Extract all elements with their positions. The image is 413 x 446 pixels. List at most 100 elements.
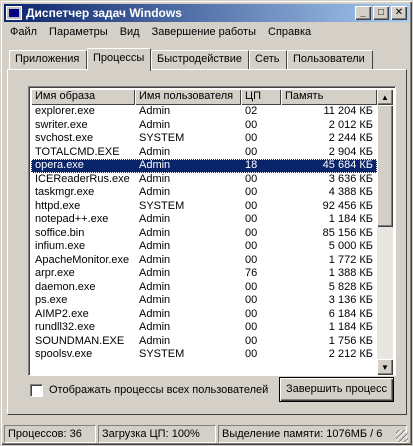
menu-view[interactable]: Вид bbox=[114, 26, 146, 38]
scroll-down-arrow-icon[interactable]: ▼ bbox=[377, 359, 393, 375]
list-body: explorer.exe Admin 02 11 204 КБ swriter.exe A… bbox=[31, 105, 377, 375]
menu-help[interactable]: Справка bbox=[262, 26, 317, 38]
process-memory: 5 000 КБ bbox=[328, 240, 373, 252]
process-cpu: 00 bbox=[245, 186, 258, 198]
process-cpu: 00 bbox=[245, 240, 258, 252]
process-row[interactable]: swriter.exe Admin 00 2 012 КБ bbox=[31, 119, 377, 133]
process-list[interactable]: Имя образа Имя пользователя ЦП Память ex… bbox=[28, 86, 396, 376]
process-row[interactable]: svchost.exe SYSTEM 00 2 244 КБ bbox=[31, 132, 377, 146]
process-row[interactable]: SOUNDMAN.EXE Admin 00 1 756 КБ bbox=[31, 335, 377, 349]
show-all-processes-option[interactable]: Отображать процессы всех пользователей bbox=[30, 380, 268, 400]
end-process-button[interactable]: Завершить процесс bbox=[279, 377, 394, 402]
list-header: Имя образа Имя пользователя ЦП Память bbox=[31, 89, 377, 105]
process-user: Admin bbox=[139, 321, 171, 333]
process-row[interactable]: explorer.exe Admin 02 11 204 КБ bbox=[31, 105, 377, 119]
menu-bar: Файл Параметры Вид Завершение работы Спр… bbox=[4, 23, 409, 41]
minimize-button[interactable]: _ bbox=[355, 6, 371, 20]
process-row[interactable]: httpd.exe SYSTEM 00 92 456 КБ bbox=[31, 200, 377, 214]
process-name: spoolsv.exe bbox=[35, 348, 93, 360]
process-user: Admin bbox=[139, 253, 171, 266]
maximize-button[interactable]: □ bbox=[373, 6, 389, 20]
process-cpu: 00 bbox=[245, 132, 258, 144]
menu-shutdown[interactable]: Завершение работы bbox=[146, 26, 262, 38]
process-memory: 2 904 КБ bbox=[328, 145, 373, 158]
tab-applications[interactable]: Приложения bbox=[9, 50, 87, 70]
process-row[interactable]: ICEReaderRus.exe Admin 00 3 636 КБ bbox=[31, 173, 377, 187]
process-cpu: 00 bbox=[245, 199, 258, 212]
vertical-scrollbar[interactable]: ▲ ▼ bbox=[377, 89, 393, 375]
process-row[interactable]: arpr.exe Admin 76 1 388 КБ bbox=[31, 267, 377, 281]
process-row[interactable]: opera.exe Admin 18 45 684 КБ bbox=[31, 159, 377, 173]
title-bar[interactable]: Диспетчер задач Windows _ □ ✕ bbox=[4, 4, 409, 22]
column-cpu[interactable]: ЦП bbox=[241, 89, 281, 105]
process-user: Admin bbox=[139, 118, 171, 131]
process-name: daemon.exe bbox=[35, 280, 96, 293]
processes-panel: Имя образа Имя пользователя ЦП Память ex… bbox=[7, 69, 407, 415]
process-cpu: 00 bbox=[245, 253, 258, 266]
process-user: Admin bbox=[139, 307, 171, 320]
task-manager-window: Диспетчер задач Windows _ □ ✕ Файл Парам… bbox=[0, 0, 413, 446]
process-row[interactable]: soffice.bin Admin 00 85 156 КБ bbox=[31, 227, 377, 241]
process-row[interactable]: spoolsv.exe SYSTEM 00 2 212 КБ bbox=[31, 348, 377, 362]
process-name: svchost.exe bbox=[35, 132, 94, 144]
process-user: Admin bbox=[139, 105, 171, 117]
process-cpu: 00 bbox=[245, 348, 258, 360]
tab-strip: Приложения Процессы Быстродействие Сеть … bbox=[7, 48, 407, 71]
tab-performance[interactable]: Быстродействие bbox=[151, 50, 249, 70]
process-row[interactable]: daemon.exe Admin 00 5 828 КБ bbox=[31, 281, 377, 295]
menu-options[interactable]: Параметры bbox=[43, 26, 114, 38]
process-cpu: 18 bbox=[245, 159, 258, 171]
process-row[interactable]: TOTALCMD.EXE Admin 00 2 904 КБ bbox=[31, 146, 377, 160]
show-all-checkbox[interactable] bbox=[30, 383, 43, 397]
process-memory: 85 156 КБ bbox=[322, 226, 373, 239]
process-name: SOUNDMAN.EXE bbox=[35, 334, 125, 347]
process-memory: 1 772 КБ bbox=[328, 253, 373, 266]
column-user-name[interactable]: Имя пользователя bbox=[135, 89, 241, 105]
tab-processes[interactable]: Процессы bbox=[87, 48, 151, 71]
process-row[interactable]: ApacheMonitor.exe Admin 00 1 772 КБ bbox=[31, 254, 377, 268]
status-processes: Процессов: 36 bbox=[4, 425, 96, 443]
column-memory[interactable]: Память bbox=[281, 89, 377, 105]
process-memory: 1 184 КБ bbox=[328, 213, 373, 225]
window-title: Диспетчер задач Windows bbox=[26, 6, 182, 20]
process-memory: 92 456 КБ bbox=[322, 199, 373, 212]
process-memory: 2 212 КБ bbox=[328, 348, 373, 360]
process-memory: 6 184 КБ bbox=[328, 307, 373, 320]
status-cpu: Загрузка ЦП: 100% bbox=[98, 425, 216, 443]
process-user: SYSTEM bbox=[139, 199, 185, 212]
process-row[interactable]: notepad++.exe Admin 00 1 184 КБ bbox=[31, 213, 377, 227]
scroll-up-arrow-icon[interactable]: ▲ bbox=[377, 89, 393, 105]
process-user: Admin bbox=[139, 334, 171, 347]
tab-network[interactable]: Сеть bbox=[249, 50, 287, 70]
process-cpu: 00 bbox=[245, 307, 258, 320]
close-button[interactable]: ✕ bbox=[391, 6, 407, 20]
status-bar: Процессов: 36 Загрузка ЦП: 100% Выделени… bbox=[4, 425, 409, 443]
process-row[interactable]: ps.exe Admin 00 3 136 КБ bbox=[31, 294, 377, 308]
process-name: swriter.exe bbox=[35, 118, 88, 131]
scroll-thumb[interactable] bbox=[377, 105, 393, 227]
process-name: taskmgr.exe bbox=[35, 186, 95, 198]
process-name: rundll32.exe bbox=[35, 321, 95, 333]
show-all-label[interactable]: Отображать процессы всех пользователей bbox=[49, 384, 268, 396]
process-name: ICEReaderRus.exe bbox=[35, 172, 130, 185]
process-user: Admin bbox=[139, 186, 171, 198]
process-name: opera.exe bbox=[35, 159, 84, 171]
process-row[interactable]: taskmgr.exe Admin 00 4 388 КБ bbox=[31, 186, 377, 200]
process-row[interactable]: AIMP2.exe Admin 00 6 184 КБ bbox=[31, 308, 377, 322]
process-user: Admin bbox=[139, 280, 171, 293]
process-user: Admin bbox=[139, 172, 171, 185]
process-memory: 1 388 КБ bbox=[328, 267, 373, 279]
resize-grip-icon[interactable] bbox=[396, 430, 408, 442]
process-user: Admin bbox=[139, 145, 171, 158]
column-image-name[interactable]: Имя образа bbox=[31, 89, 135, 105]
process-name: TOTALCMD.EXE bbox=[35, 145, 120, 158]
process-user: Admin bbox=[139, 294, 171, 306]
process-row[interactable]: rundll32.exe Admin 00 1 184 КБ bbox=[31, 321, 377, 335]
process-user: Admin bbox=[139, 267, 171, 279]
menu-file[interactable]: Файл bbox=[4, 26, 43, 38]
process-row[interactable]: infium.exe Admin 00 5 000 КБ bbox=[31, 240, 377, 254]
process-cpu: 00 bbox=[245, 172, 258, 185]
process-memory: 1 184 КБ bbox=[328, 321, 373, 333]
process-cpu: 00 bbox=[245, 294, 258, 306]
tab-users[interactable]: Пользователи bbox=[287, 50, 373, 70]
